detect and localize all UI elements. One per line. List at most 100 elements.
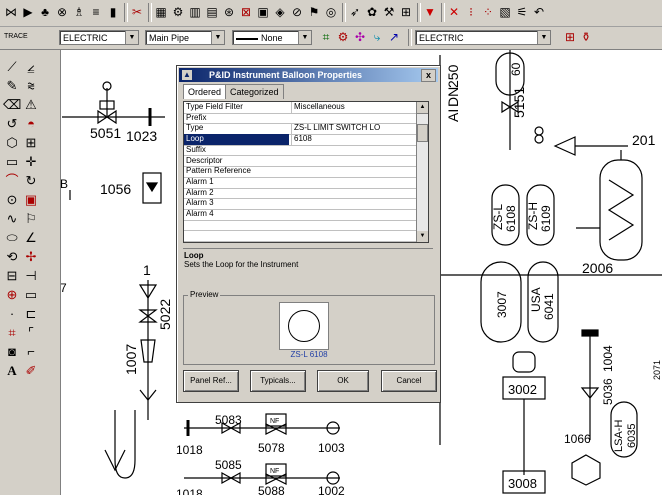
box-tool-icon[interactable]: ▭ bbox=[22, 286, 40, 304]
spark-tool-icon[interactable]: ✢ bbox=[22, 248, 40, 266]
property-value[interactable]: Miscellaneous bbox=[291, 102, 418, 113]
hexagon-tool-icon[interactable]: ⬡ bbox=[3, 134, 21, 152]
layer-state-icon[interactable]: ⊞ bbox=[562, 29, 578, 45]
chevron-down-icon[interactable]: ▼ bbox=[125, 31, 138, 44]
polyline-tool-icon[interactable]: ⦤ bbox=[22, 58, 40, 76]
instrument-balloon-dialog: ▲ P&ID Instrument Balloon Properties x O… bbox=[176, 65, 441, 403]
grid-scrollbar[interactable]: ▲ ▼ bbox=[416, 102, 428, 242]
image-tool-icon[interactable]: ◙ bbox=[3, 343, 21, 361]
panel-ref-button[interactable]: Panel Ref... bbox=[183, 370, 239, 392]
undo-icon[interactable]: ↶ bbox=[531, 4, 547, 20]
tab-ordered[interactable]: Ordered bbox=[183, 84, 227, 99]
shape-tool-icon[interactable]: ◓ bbox=[22, 115, 40, 133]
cancel-button[interactable]: Cancel bbox=[381, 370, 437, 392]
window-icon[interactable]: ▧ bbox=[497, 4, 513, 20]
pipe-icon[interactable]: ⌗ bbox=[318, 29, 334, 45]
coil-symbol bbox=[607, 179, 635, 241]
table-tool-icon[interactable]: ⊞ bbox=[22, 134, 40, 152]
chart-icon[interactable]: ▥ bbox=[187, 4, 203, 20]
property-toolbar: TRACE ELECTRIC ▼ Main Pipe ▼ None ▼ ⌗ ⚙ … bbox=[0, 27, 662, 50]
rect-tool-icon[interactable]: ▭ bbox=[3, 153, 21, 171]
text-tool-icon[interactable]: A bbox=[3, 362, 21, 380]
dots-icon[interactable]: ⁝ bbox=[463, 4, 479, 20]
fill-tool-icon[interactable]: ⊕ bbox=[3, 286, 21, 304]
close-icon[interactable]: x bbox=[421, 69, 436, 82]
circle-tool-icon[interactable]: ⊙ bbox=[3, 191, 21, 209]
branch-pipe-icon[interactable]: ⤷ bbox=[369, 29, 385, 45]
dots2-icon[interactable]: ⁘ bbox=[480, 4, 496, 20]
scroll-down-icon[interactable]: ▼ bbox=[417, 231, 428, 242]
lock-icon[interactable]: ⚱ bbox=[578, 29, 594, 45]
dialog-titlebar[interactable]: ▲ P&ID Instrument Balloon Properties x bbox=[179, 68, 438, 82]
flow-icon[interactable]: ✣ bbox=[352, 29, 368, 45]
wave-tool-icon[interactable]: ∿ bbox=[3, 210, 21, 228]
tag-5051: 5051 bbox=[90, 125, 121, 141]
export-icon[interactable]: ⊞ bbox=[398, 4, 414, 20]
camera-icon[interactable]: ◎ bbox=[323, 4, 339, 20]
trim-tool-icon[interactable]: ⊟ bbox=[3, 267, 21, 285]
valve-icon[interactable]: ♗ bbox=[71, 4, 87, 20]
chevron-down-icon[interactable]: ▼ bbox=[537, 31, 550, 44]
property-value[interactable]: 6108 bbox=[291, 134, 418, 145]
property-value[interactable]: ZS-L LIMIT SWITCH LO bbox=[291, 123, 418, 135]
pencil-tool-icon[interactable]: ✐ bbox=[22, 362, 40, 380]
ellipse-tool-icon[interactable]: ⬭ bbox=[3, 229, 21, 247]
erase-tool-icon[interactable]: ⌫ bbox=[3, 96, 21, 114]
properties-icon[interactable]: ▣ bbox=[255, 4, 271, 20]
pen-tool-icon[interactable]: ✎ bbox=[3, 77, 21, 95]
chevron-down-icon[interactable]: ▼ bbox=[298, 31, 311, 44]
loop-tool-icon[interactable]: ⟲ bbox=[3, 248, 21, 266]
typicals-button[interactable]: Typicals... bbox=[250, 370, 306, 392]
first-icon[interactable]: ⋈ bbox=[3, 4, 19, 20]
play-icon[interactable]: ▶ bbox=[20, 4, 36, 20]
scroll-thumb[interactable] bbox=[417, 124, 428, 142]
gear-icon[interactable]: ⚙ bbox=[170, 4, 186, 20]
layer-combo-2[interactable]: ELECTRIC ▼ bbox=[415, 30, 551, 45]
scroll-up-icon[interactable]: ▲ bbox=[417, 102, 428, 114]
link-icon[interactable]: ⊘ bbox=[289, 4, 305, 20]
flag-icon[interactable]: ⚑ bbox=[306, 4, 322, 20]
arrow-icon[interactable]: ➶ bbox=[347, 4, 363, 20]
branch-icon[interactable]: ⚟ bbox=[514, 4, 530, 20]
linestyle-combo[interactable]: None ▼ bbox=[232, 30, 312, 45]
grid-tool-icon[interactable]: ▣ bbox=[22, 191, 40, 209]
property-grid[interactable]: Type Field Filter Miscellaneous Prefix Ty… bbox=[183, 101, 429, 243]
join-tool-icon[interactable]: ⊣ bbox=[22, 267, 40, 285]
fillet-tool-icon[interactable]: ⌐ bbox=[22, 343, 40, 361]
point-tool-icon[interactable]: · bbox=[3, 305, 21, 323]
flag-tool-icon[interactable]: ⚐ bbox=[22, 210, 40, 228]
puzzle-icon[interactable]: ✿ bbox=[364, 4, 380, 20]
layers-icon[interactable]: ◈ bbox=[272, 4, 288, 20]
bar-icon[interactable]: ≡ bbox=[88, 4, 104, 20]
hatch-tool-icon[interactable]: ⌗ bbox=[3, 324, 21, 342]
layer-combo[interactable]: ELECTRIC ▼ bbox=[59, 30, 139, 45]
delete-icon[interactable]: ⊠ bbox=[238, 4, 254, 20]
fitting-icon[interactable]: ⚙ bbox=[335, 29, 351, 45]
grid-row[interactable] bbox=[184, 230, 417, 242]
target-icon[interactable]: ⊛ bbox=[221, 4, 237, 20]
ok-button[interactable]: OK bbox=[317, 370, 369, 392]
cut-icon[interactable]: ✕ bbox=[446, 4, 462, 20]
record-icon[interactable]: ⊗ bbox=[54, 4, 70, 20]
corner-tool-icon[interactable]: ⌜ bbox=[22, 324, 40, 342]
angle-tool-icon[interactable]: ∠ bbox=[22, 229, 40, 247]
move-tool-icon[interactable]: ✛ bbox=[22, 153, 40, 171]
bend-tool-icon[interactable]: ⌒ bbox=[3, 172, 21, 190]
curve-tool-icon[interactable]: ⩬ bbox=[22, 77, 40, 95]
grid-icon[interactable]: ▦ bbox=[153, 4, 169, 20]
chevron-down-icon[interactable]: ▼ bbox=[211, 31, 224, 44]
filter-icon[interactable]: ▼ bbox=[422, 4, 438, 20]
tool-icon[interactable]: ⚒ bbox=[381, 4, 397, 20]
node-icon[interactable]: ♣ bbox=[37, 4, 53, 20]
line-tool-icon[interactable]: ⟋ bbox=[3, 58, 21, 76]
tab-categorized[interactable]: Categorized bbox=[225, 84, 284, 99]
route-icon[interactable]: ↗ bbox=[386, 29, 402, 45]
frame-tool-icon[interactable]: ⊏ bbox=[22, 305, 40, 323]
tree-icon[interactable]: ▤ bbox=[204, 4, 220, 20]
capsule-icon[interactable]: ▮ bbox=[105, 4, 121, 20]
arc-tool-icon[interactable]: ↺ bbox=[3, 115, 21, 133]
pipe-combo[interactable]: Main Pipe ▼ bbox=[145, 30, 225, 45]
rotate-tool-icon[interactable]: ↻ bbox=[22, 172, 40, 190]
triangle-tool-icon[interactable]: ⚠ bbox=[22, 96, 40, 114]
scissors-icon[interactable]: ✂ bbox=[129, 4, 145, 20]
